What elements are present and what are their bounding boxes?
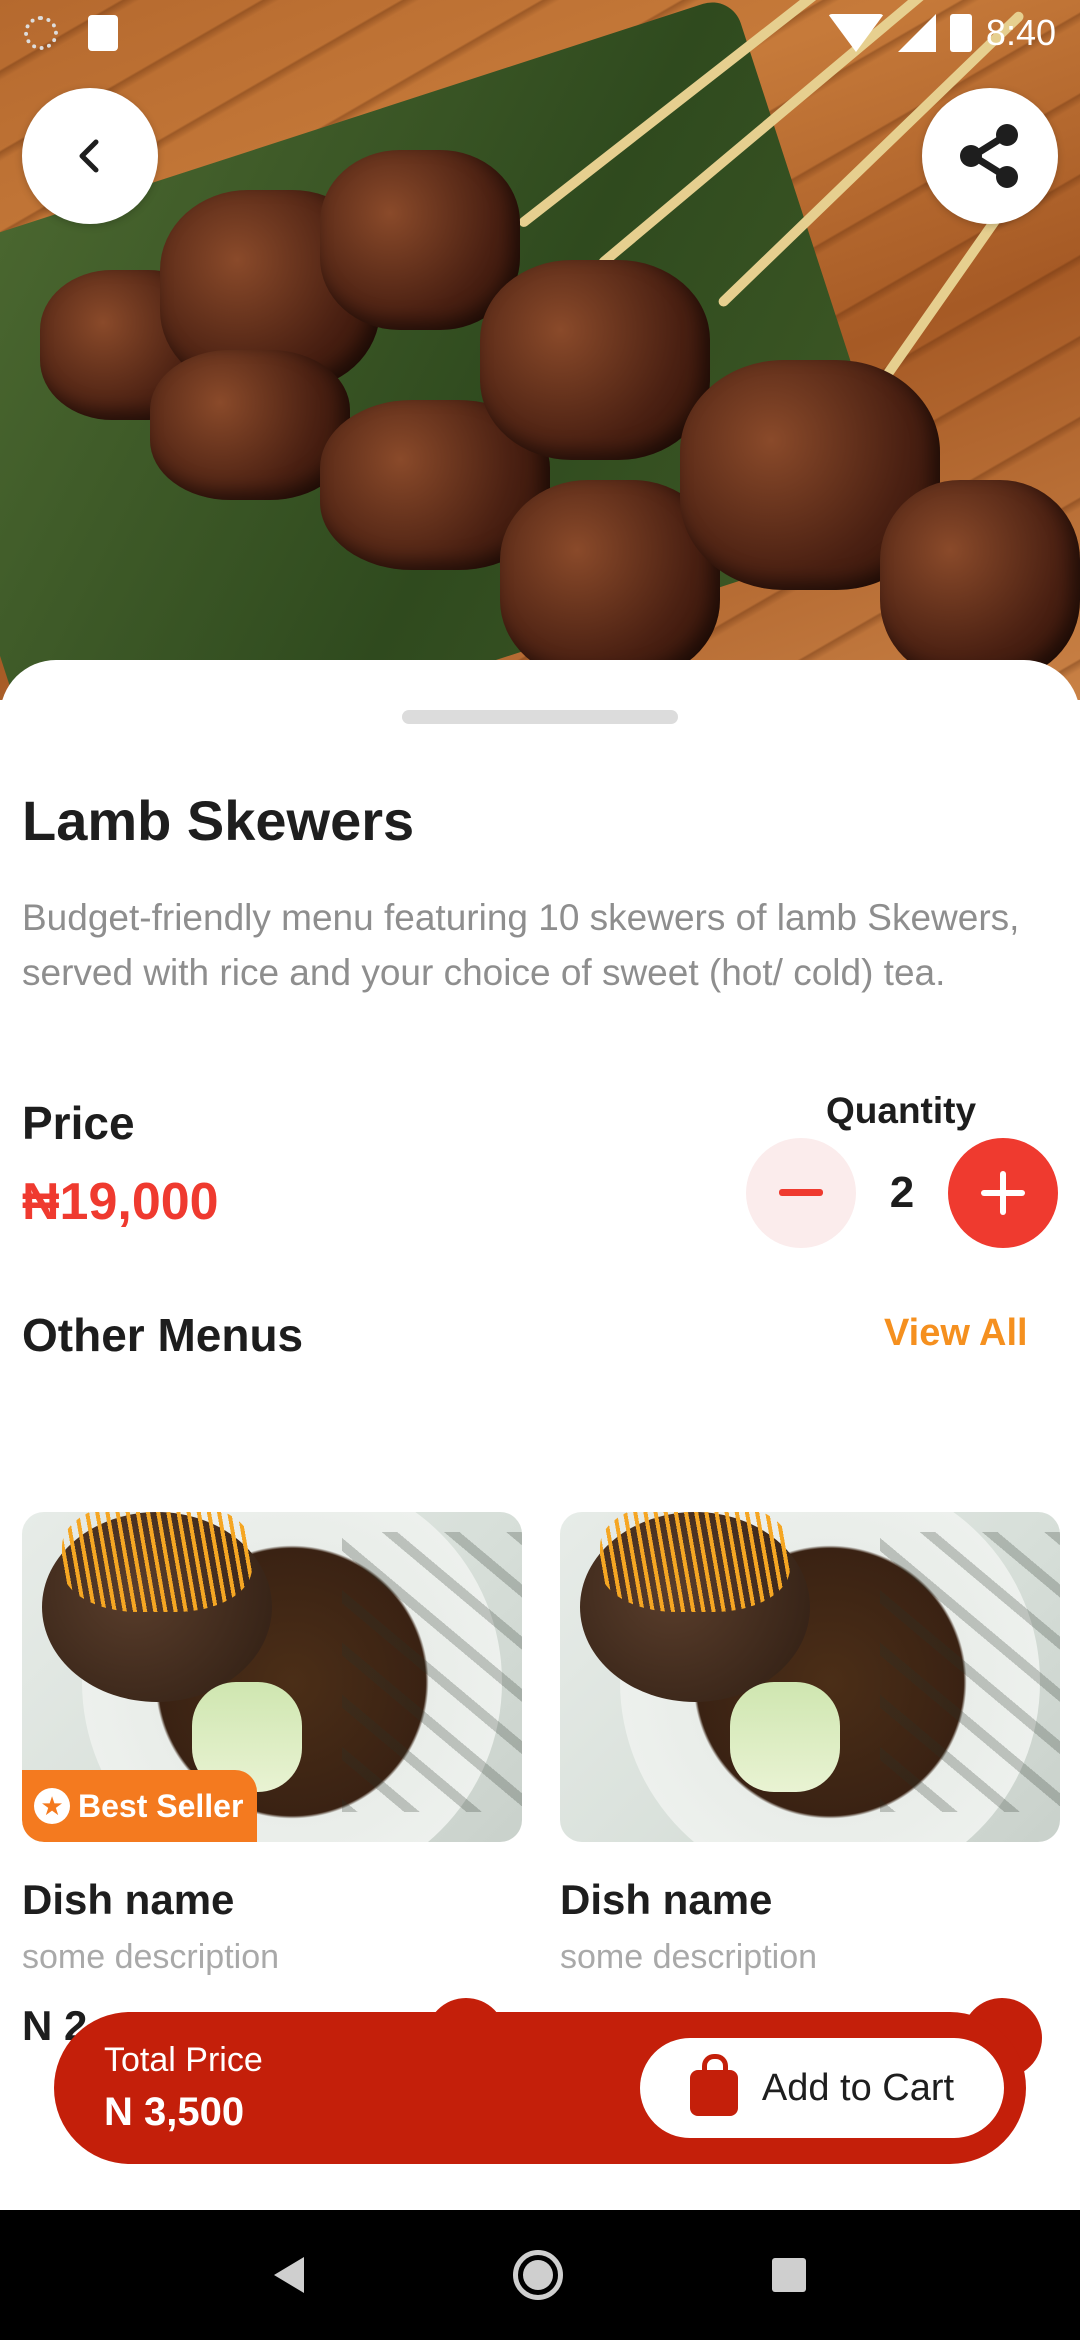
dish-image [560,1512,1060,1842]
hero-food-image [0,0,1080,700]
dish-name: Dish name [560,1876,773,1923]
share-icon [960,124,1018,188]
share-button[interactable] [922,88,1058,224]
wifi-icon [827,14,884,52]
quantity-label: Quantity [826,1090,977,1131]
status-bar: 8:40 [0,0,1080,66]
nav-recents-icon[interactable] [771,2258,806,2292]
quantity-value: 2 [889,1168,915,1217]
cart-bar: Total Price N 3,500 Add to Cart [54,2012,1026,2164]
product-detail-sheet: Lamb Skewers Budget-friendly menu featur… [0,660,1080,2210]
star-icon: ★ [34,1788,70,1824]
minus-icon [779,1189,823,1196]
plus-icon [981,1171,1025,1215]
total-price-label: Total Price [104,2041,263,2079]
sd-card-icon [88,15,118,51]
dish-image: ★ Best Seller [22,1512,522,1842]
back-arrow-icon [79,139,99,173]
add-to-cart-label: Add to Cart [761,2066,955,2109]
other-menus-title: Other Menus [22,1309,304,1361]
nav-back-icon[interactable] [274,2257,305,2293]
dish-description: some description [22,1938,280,1976]
back-button[interactable] [22,88,158,224]
meat-piece [480,260,710,460]
menu-card[interactable]: Dish name some description [560,1512,1060,1977]
signal-icon [897,14,936,52]
add-to-cart-button[interactable]: Add to Cart [640,2038,1004,2138]
battery-icon [949,14,972,52]
status-time: 8:40 [985,12,1056,53]
quantity-decrease-button[interactable] [746,1138,856,1248]
best-seller-badge: ★ Best Seller [22,1770,258,1842]
meat-piece [880,480,1080,680]
menu-card[interactable]: ★ Best Seller Dish name some description… [22,1512,522,2049]
view-all-link[interactable]: View All [884,1312,1028,1355]
product-description: Budget-friendly menu featuring 10 skewer… [22,897,1020,993]
price-value: ₦19,000 [22,1173,219,1231]
drag-handle[interactable] [402,710,678,724]
nav-home-icon[interactable] [512,2250,563,2300]
total-price-value: N 3,500 [104,2090,245,2134]
quantity-increase-button[interactable] [948,1138,1058,1248]
product-title: Lamb Skewers [22,789,415,852]
sync-icon [24,16,58,50]
price-label: Price [22,1097,135,1149]
system-nav-bar [0,2210,1080,2340]
badge-label: Best Seller [78,1787,244,1824]
dish-description: some description [560,1938,818,1976]
dish-name: Dish name [22,1876,235,1923]
shopping-bag-icon [689,2054,738,2116]
